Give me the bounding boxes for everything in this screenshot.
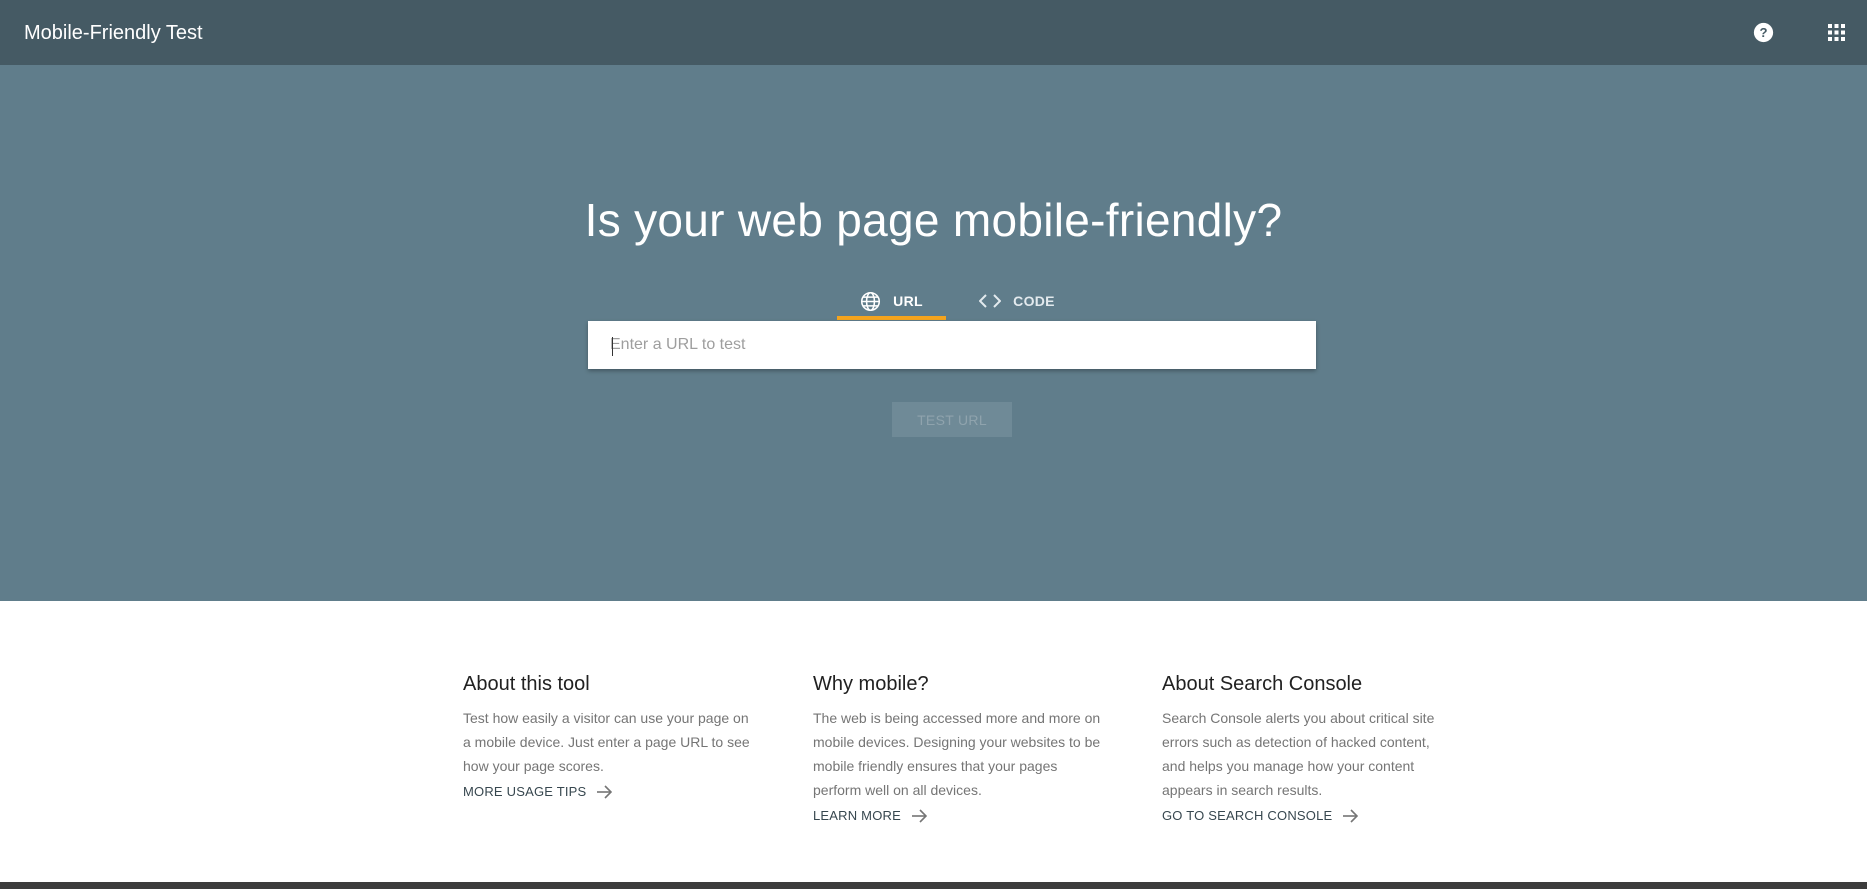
info-title: About this tool — [463, 673, 590, 695]
info-text: Search Console alerts you about critical… — [1162, 710, 1435, 798]
hero-section: Is your web page mobile-friendly? URL CO… — [0, 65, 1867, 601]
app-title[interactable]: Mobile-Friendly Test — [24, 22, 203, 45]
url-input[interactable] — [588, 321, 1316, 369]
code-icon — [979, 294, 1002, 308]
help-icon[interactable]: ? — [1753, 22, 1774, 43]
more-usage-tips-link[interactable]: MORE USAGE TIPS — [463, 784, 753, 799]
text-caret — [612, 337, 613, 356]
tab-code[interactable]: CODE — [962, 281, 1072, 321]
app-header: Mobile-Friendly Test ? — [0, 0, 1867, 65]
test-url-button[interactable]: TEST URL — [892, 402, 1012, 437]
info-about-tool: About this tool Test how easily a visito… — [463, 673, 753, 799]
info-why-mobile: Why mobile? The web is being accessed mo… — [813, 673, 1103, 823]
link-label: MORE USAGE TIPS — [463, 784, 587, 799]
apps-grid-icon[interactable] — [1828, 24, 1845, 41]
link-label: LEARN MORE — [813, 808, 901, 823]
globe-icon — [861, 291, 881, 311]
tab-url-label: URL — [893, 293, 923, 309]
svg-text:?: ? — [1759, 25, 1767, 40]
link-label: GO TO SEARCH CONSOLE — [1162, 808, 1333, 823]
arrow-right-icon — [597, 784, 613, 799]
info-title: Why mobile? — [813, 673, 929, 695]
go-to-search-console-link[interactable]: GO TO SEARCH CONSOLE — [1162, 808, 1452, 823]
info-text: Test how easily a visitor can use your p… — [463, 710, 750, 774]
info-text: The web is being accessed more and more … — [813, 710, 1101, 798]
info-title: About Search Console — [1162, 673, 1363, 695]
arrow-right-icon — [911, 808, 927, 823]
learn-more-link[interactable]: LEARN MORE — [813, 808, 1103, 823]
info-about-search-console: About Search Console Search Console aler… — [1162, 673, 1452, 823]
tab-active-indicator — [837, 316, 946, 320]
hero-title: Is your web page mobile-friendly? — [584, 194, 1283, 246]
arrow-right-icon — [1343, 808, 1359, 823]
tab-url[interactable]: URL — [837, 281, 946, 321]
tab-code-label: CODE — [1013, 293, 1055, 309]
bottom-bar — [0, 882, 1867, 889]
